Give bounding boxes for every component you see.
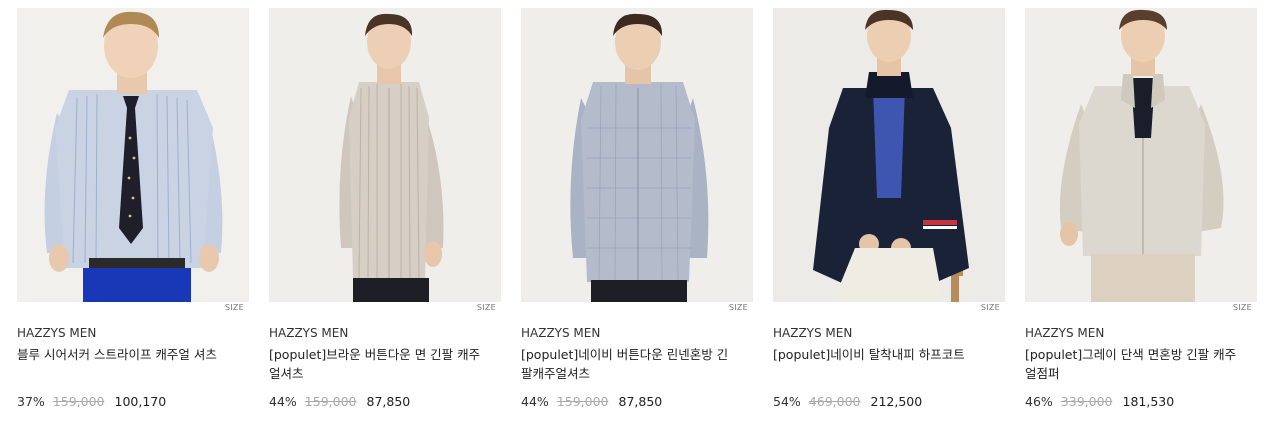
product-image[interactable]: [1025, 8, 1257, 302]
discount-rate: 44%: [269, 394, 297, 409]
product-card[interactable]: SIZE HAZZYS MEN [populet]네이비 버튼다운 린넨혼방 긴…: [521, 0, 753, 448]
size-link[interactable]: SIZE: [225, 303, 244, 312]
product-name[interactable]: [populet]네이비 버튼다운 린넨혼방 긴팔캐주얼셔츠: [521, 345, 736, 383]
product-card[interactable]: SIZE HAZZYS MEN [populet]브라운 버튼다운 면 긴팔 캐…: [269, 0, 501, 448]
sale-price: 181,530: [1122, 394, 1175, 409]
original-price: 159,000: [304, 394, 357, 409]
original-price: 339,000: [1060, 394, 1113, 409]
product-image[interactable]: [17, 8, 249, 302]
product-image[interactable]: [773, 8, 1005, 302]
product-list: SIZE HAZZYS MEN 블루 시어서커 스트라이프 캐주얼 셔츠 37%…: [0, 0, 1267, 448]
discount-rate: 54%: [773, 394, 801, 409]
discount-rate: 46%: [1025, 394, 1053, 409]
product-card[interactable]: SIZE HAZZYS MEN 블루 시어서커 스트라이프 캐주얼 셔츠 37%…: [17, 0, 249, 448]
product-name[interactable]: [populet]그레이 단색 면혼방 긴팔 캐주얼점퍼: [1025, 345, 1240, 383]
price-row: 37% 159,000 100,170: [17, 394, 166, 409]
size-link[interactable]: SIZE: [981, 303, 1000, 312]
brand-name[interactable]: HAZZYS MEN: [269, 326, 348, 340]
brand-name[interactable]: HAZZYS MEN: [773, 326, 852, 340]
original-price: 159,000: [556, 394, 609, 409]
original-price: 469,000: [808, 394, 861, 409]
size-link[interactable]: SIZE: [477, 303, 496, 312]
discount-rate: 37%: [17, 394, 45, 409]
product-card[interactable]: SIZE HAZZYS MEN [populet]네이비 탈착내피 하프코트 5…: [773, 0, 1005, 448]
price-row: 46% 339,000 181,530: [1025, 394, 1174, 409]
original-price: 159,000: [52, 394, 105, 409]
sale-price: 212,500: [870, 394, 923, 409]
size-link[interactable]: SIZE: [729, 303, 748, 312]
discount-rate: 44%: [521, 394, 549, 409]
brand-name[interactable]: HAZZYS MEN: [17, 326, 96, 340]
sale-price: 87,850: [618, 394, 663, 409]
product-card[interactable]: SIZE HAZZYS MEN [populet]그레이 단색 면혼방 긴팔 캐…: [1025, 0, 1257, 448]
sale-price: 87,850: [366, 394, 411, 409]
product-image[interactable]: [269, 8, 501, 302]
price-row: 44% 159,000 87,850: [269, 394, 410, 409]
product-name[interactable]: [populet]브라운 버튼다운 면 긴팔 캐주얼셔츠: [269, 345, 484, 383]
product-image[interactable]: [521, 8, 753, 302]
brand-name[interactable]: HAZZYS MEN: [521, 326, 600, 340]
brand-name[interactable]: HAZZYS MEN: [1025, 326, 1104, 340]
price-row: 54% 469,000 212,500: [773, 394, 922, 409]
price-row: 44% 159,000 87,850: [521, 394, 662, 409]
product-name[interactable]: [populet]네이비 탈착내피 하프코트: [773, 345, 988, 364]
sale-price: 100,170: [114, 394, 167, 409]
size-link[interactable]: SIZE: [1233, 303, 1252, 312]
product-name[interactable]: 블루 시어서커 스트라이프 캐주얼 셔츠: [17, 345, 232, 364]
